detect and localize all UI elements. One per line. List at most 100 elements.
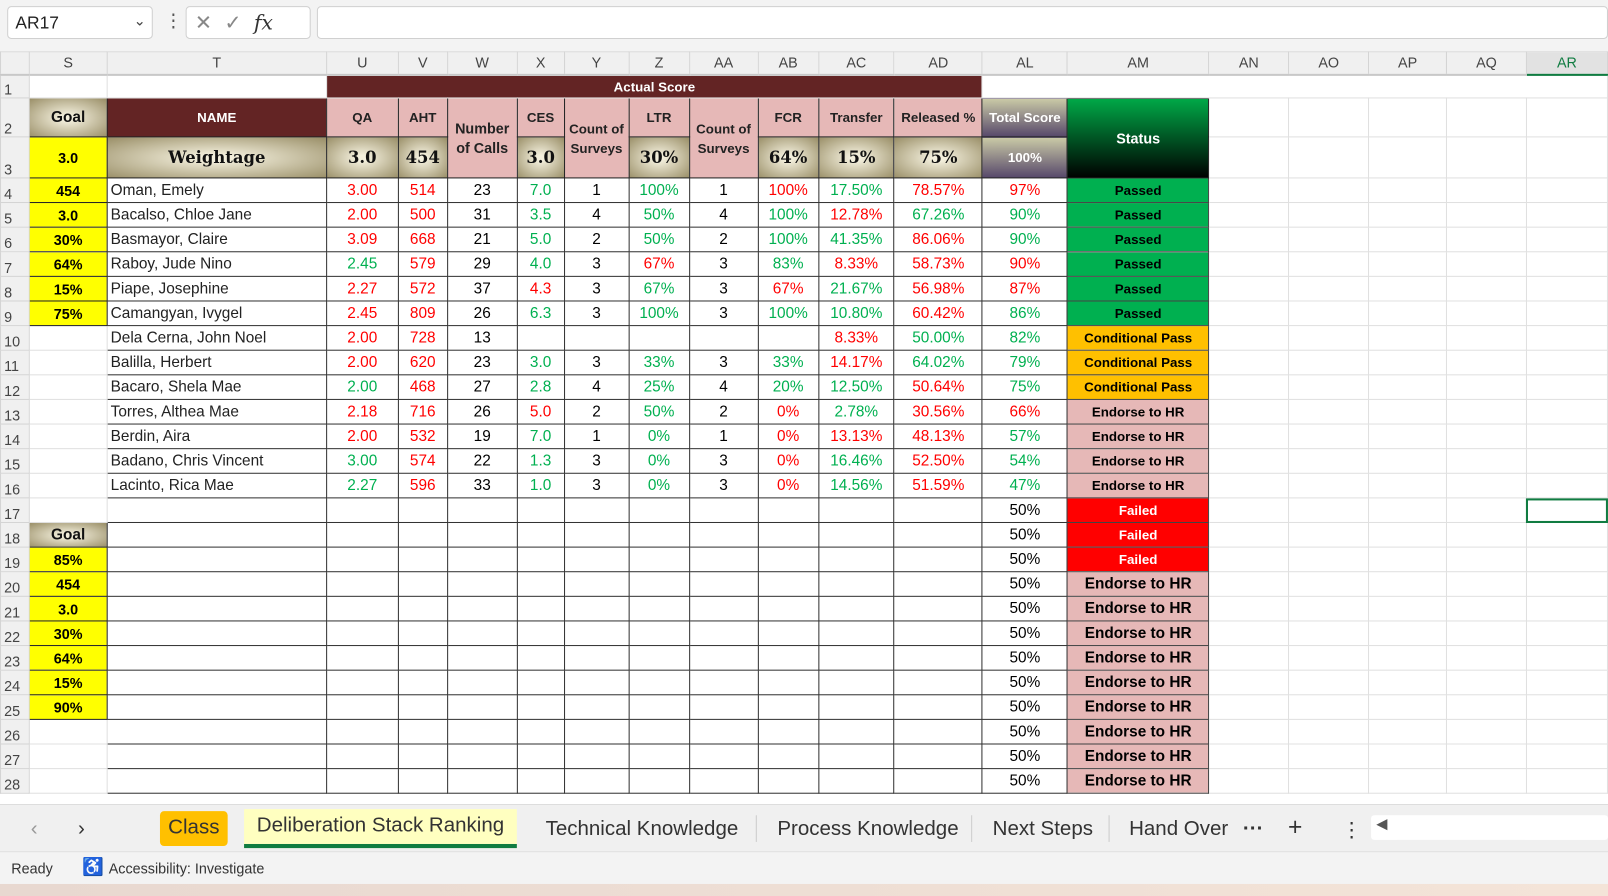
status-badge[interactable]: Endorse to HR [1066, 645, 1210, 671]
cell[interactable] [28, 718, 108, 745]
count-of-surveys-value[interactable]: 3 [688, 275, 759, 302]
row-header[interactable]: 4 [0, 177, 30, 204]
cell[interactable] [1368, 546, 1448, 573]
total-value[interactable]: 50% [981, 694, 1068, 720]
calls-value[interactable]: 26 [446, 398, 518, 425]
cell[interactable] [563, 546, 630, 573]
cell[interactable] [446, 743, 518, 770]
total-value[interactable]: 50% [981, 768, 1068, 794]
column-header-w[interactable]: W [446, 51, 518, 76]
cell[interactable] [1445, 226, 1527, 253]
qa-value[interactable]: 2.00 [325, 374, 399, 400]
cell[interactable] [1368, 349, 1448, 376]
cell[interactable] [1208, 226, 1290, 253]
total-value[interactable]: 50% [981, 546, 1068, 573]
column-header-y[interactable]: Y [563, 51, 630, 76]
cell[interactable] [1525, 718, 1608, 745]
cell[interactable] [1525, 768, 1608, 794]
cell[interactable] [1288, 423, 1370, 450]
cell[interactable] [397, 645, 448, 671]
cell[interactable] [1208, 275, 1290, 302]
cell[interactable] [817, 546, 895, 573]
released-value[interactable]: 60.42% [893, 300, 983, 327]
ces-value[interactable]: 7.0 [516, 177, 565, 204]
horizontal-scrollbar[interactable]: ◀ [1371, 815, 1608, 840]
cell[interactable] [516, 620, 565, 647]
cell[interactable] [446, 497, 518, 524]
cell[interactable] [1445, 694, 1527, 720]
cell[interactable] [1525, 669, 1608, 696]
cell[interactable] [106, 620, 327, 647]
row-header[interactable]: 10 [0, 325, 30, 351]
confirm-icon[interactable]: ✓ [224, 12, 253, 35]
goal-value[interactable]: 85% [28, 546, 108, 573]
calls-value[interactable]: 27 [446, 374, 518, 400]
ces-value[interactable]: 3.0 [516, 349, 565, 376]
cell[interactable] [397, 595, 448, 622]
transfer-value[interactable]: 17.50% [817, 177, 895, 204]
goal-value[interactable]: 75% [28, 300, 108, 327]
cell[interactable] [1208, 423, 1290, 450]
cell[interactable] [28, 374, 108, 400]
cell[interactable] [28, 472, 108, 499]
ltr-value[interactable] [628, 325, 690, 351]
next-sheet-icon[interactable]: › [78, 817, 85, 841]
count-of-surveys-value[interactable]: 2 [688, 398, 759, 425]
cell[interactable] [1525, 226, 1608, 253]
count-of-surveys-value[interactable]: 3 [688, 448, 759, 474]
cell[interactable] [1288, 694, 1370, 720]
cell[interactable] [893, 571, 983, 597]
insert-function-icon[interactable]: fx [254, 10, 273, 35]
released-value[interactable]: 86.06% [893, 226, 983, 253]
qa-value[interactable]: 3.09 [325, 226, 399, 253]
released-value[interactable]: 64.02% [893, 349, 983, 376]
cell[interactable] [325, 620, 399, 647]
row-header[interactable]: 21 [0, 595, 30, 622]
cell[interactable] [1368, 768, 1448, 794]
total-value[interactable]: 86% [981, 300, 1068, 327]
cell[interactable] [1368, 743, 1448, 770]
cell[interactable] [516, 645, 565, 671]
active-cell[interactable] [1525, 497, 1608, 524]
status-badge[interactable]: Endorse to HR [1066, 718, 1210, 745]
cell[interactable] [1525, 472, 1608, 499]
released-value[interactable]: 58.73% [893, 251, 983, 277]
cell[interactable] [28, 349, 108, 376]
fcr-value[interactable]: 100% [757, 202, 819, 228]
fcr-value[interactable]: 100% [757, 300, 819, 327]
cell[interactable] [325, 694, 399, 720]
cell[interactable] [1368, 177, 1448, 204]
agent-name[interactable]: Camangyan, Ivygel [106, 300, 327, 327]
qa-value[interactable]: 2.45 [325, 251, 399, 277]
aht-value[interactable]: 500 [397, 202, 448, 228]
total-value[interactable]: 47% [981, 472, 1068, 499]
status-badge[interactable]: Endorse to HR [1066, 448, 1210, 474]
cell[interactable] [1288, 275, 1370, 302]
aht-value[interactable]: 668 [397, 226, 448, 253]
cell[interactable] [893, 620, 983, 647]
transfer-value[interactable]: 14.56% [817, 472, 895, 499]
cell[interactable] [1525, 571, 1608, 597]
cell[interactable] [817, 497, 895, 524]
cell[interactable] [106, 743, 327, 770]
cell[interactable] [397, 669, 448, 696]
ces-value[interactable]: 4.3 [516, 275, 565, 302]
ces-value[interactable]: 1.3 [516, 448, 565, 474]
cell[interactable] [1445, 275, 1527, 302]
cell[interactable] [1208, 768, 1290, 794]
cell[interactable] [893, 718, 983, 745]
cell[interactable] [817, 645, 895, 671]
total-value[interactable]: 90% [981, 251, 1068, 277]
cell[interactable] [1288, 768, 1370, 794]
column-header-u[interactable]: U [325, 51, 399, 76]
fcr-value[interactable] [757, 325, 819, 351]
cell[interactable] [1288, 325, 1370, 351]
aht-value[interactable]: 579 [397, 251, 448, 277]
fcr-value[interactable]: 0% [757, 423, 819, 450]
fcr-value[interactable]: 67% [757, 275, 819, 302]
cell[interactable] [1445, 423, 1527, 450]
ltr-value[interactable]: 67% [628, 251, 690, 277]
cell[interactable] [688, 768, 759, 794]
status-badge[interactable]: Endorse to HR [1066, 595, 1210, 622]
goal-value[interactable]: 15% [28, 669, 108, 696]
